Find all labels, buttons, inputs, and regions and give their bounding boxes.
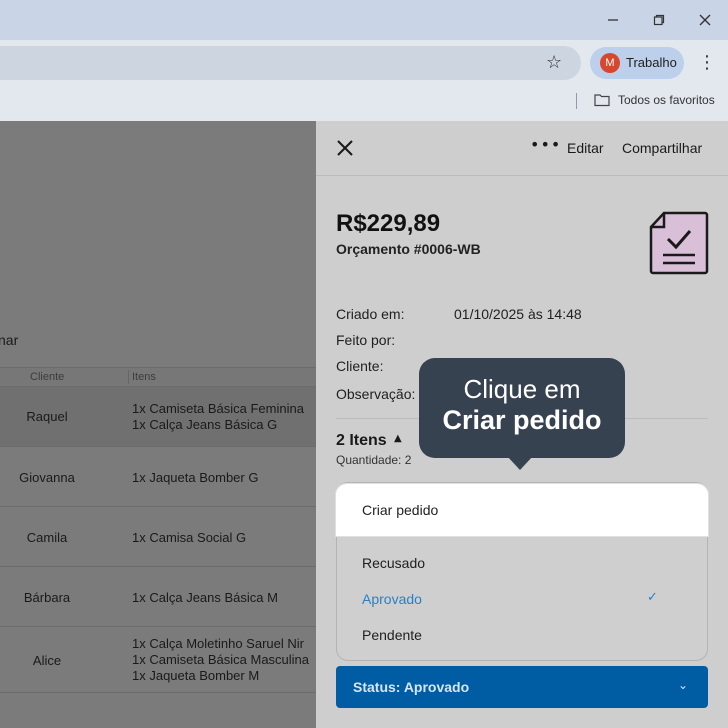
row-item: 1x Camiseta Básica Feminina (132, 401, 304, 416)
tooltip-line-1: Clique em (463, 374, 581, 404)
row-client: Giovanna (19, 470, 75, 485)
menu-item-refused[interactable]: Recusado (362, 555, 425, 571)
row-items: 1x Camiseta Básica Feminina 1x Calça Jea… (132, 401, 316, 433)
menu-item-create-order[interactable]: Criar pedido (335, 483, 709, 537)
profile-name: Trabalho (626, 55, 677, 70)
row-items: 1x Calça Moletinho Saruel Nir 1x Camiset… (132, 636, 316, 684)
note-label: Observação: (336, 386, 416, 402)
avatar: M (600, 53, 620, 73)
row-item: 1x Calça Jeans Básica G (132, 417, 278, 432)
row-client: Camila (26, 530, 68, 545)
client-label: Cliente: (336, 358, 384, 374)
row-item: 1x Camisa Social G (132, 530, 247, 545)
minimize-icon[interactable] (601, 8, 625, 32)
row-item: 1x Calça Jeans Básica M (132, 590, 278, 605)
table-row[interactable]: Giovanna 1x Jaqueta Bomber G (0, 447, 316, 507)
row-item: 1x Jaqueta Bomber G (132, 470, 259, 485)
created-label: Criado em: (336, 306, 405, 322)
tooltip-arrow (507, 456, 533, 470)
column-divider (128, 370, 129, 384)
caret-up-icon[interactable]: ▲ (394, 433, 402, 444)
bookmark-star-icon[interactable]: ☆ (546, 53, 562, 73)
status-label: Status: Aprovado (353, 679, 470, 695)
edit-button[interactable]: Editar (567, 140, 604, 156)
row-items: 1x Calça Jeans Básica M (132, 590, 316, 606)
row-items: 1x Jaqueta Bomber G (132, 470, 316, 486)
address-bar[interactable] (0, 46, 581, 80)
table-row[interactable]: Camila 1x Camisa Social G (0, 507, 316, 567)
table-row[interactable]: Alice 1x Calça Moletinho Saruel Nir 1x C… (0, 627, 316, 693)
row-item: 1x Calça Moletinho Saruel Nir (132, 636, 304, 651)
folder-icon (594, 94, 610, 107)
bookmarks-bar: Todos os favoritos (0, 86, 728, 121)
table-header: Cliente Itens (0, 367, 316, 387)
approved-document-icon (649, 211, 709, 275)
browser-menu-icon[interactable]: ⋮ (698, 52, 716, 73)
more-options-icon[interactable]: ••• (530, 135, 561, 154)
browser-titlebar (0, 0, 728, 40)
column-client: Cliente (30, 371, 65, 383)
tutorial-tooltip: Clique em Criar pedido (419, 358, 625, 458)
menu-item-approved[interactable]: Aprovado (362, 591, 422, 607)
quote-number: Orçamento #0006-WB (336, 241, 481, 257)
table-row[interactable]: Bárbara 1x Calça Jeans Básica M (0, 567, 316, 627)
bookmarks-divider (576, 93, 577, 109)
quote-total: R$229,89 (336, 210, 441, 237)
all-bookmarks-link[interactable]: Todos os favoritos (618, 93, 715, 107)
menu-item-pending[interactable]: Pendente (362, 627, 422, 643)
share-button[interactable]: Compartilhar (622, 140, 702, 156)
items-count[interactable]: 2 Itens (336, 432, 387, 450)
browser-toolbar: ☆ M Trabalho ⋮ (0, 40, 728, 86)
close-window-icon[interactable] (693, 8, 717, 32)
row-client: Bárbara (23, 590, 71, 605)
truncated-label: nar (0, 332, 19, 348)
restore-icon[interactable] (647, 8, 671, 32)
chevron-down-icon: ⌄ (678, 678, 689, 692)
tooltip-line-2: Criar pedido (442, 405, 602, 435)
profile-button[interactable]: M Trabalho (590, 47, 684, 79)
table-row[interactable]: Raquel 1x Camiseta Básica Feminina 1x Ca… (0, 387, 316, 447)
check-icon: ✓ (647, 590, 658, 605)
close-icon[interactable] (336, 139, 354, 157)
created-value: 01/10/2025 às 14:48 (454, 306, 582, 322)
drawer-header: ••• Editar Compartilhar (316, 121, 728, 176)
made-by-label: Feito por: (336, 332, 396, 348)
row-items: 1x Camisa Social G (132, 530, 316, 546)
create-order-label: Criar pedido (362, 502, 439, 518)
quantity-label: Quantidade: 2 (336, 453, 412, 467)
row-item: 1x Jaqueta Bomber M (132, 668, 260, 683)
orders-list-overlay: nar Cliente Itens Raquel 1x Camiseta Bás… (0, 121, 316, 728)
row-client: Raquel (26, 409, 68, 424)
row-client: Alice (32, 653, 62, 668)
status-dropdown-button[interactable]: Status: Aprovado ⌄ (336, 666, 708, 708)
column-items: Itens (132, 371, 156, 383)
row-item: 1x Camiseta Básica Masculina (132, 652, 310, 667)
